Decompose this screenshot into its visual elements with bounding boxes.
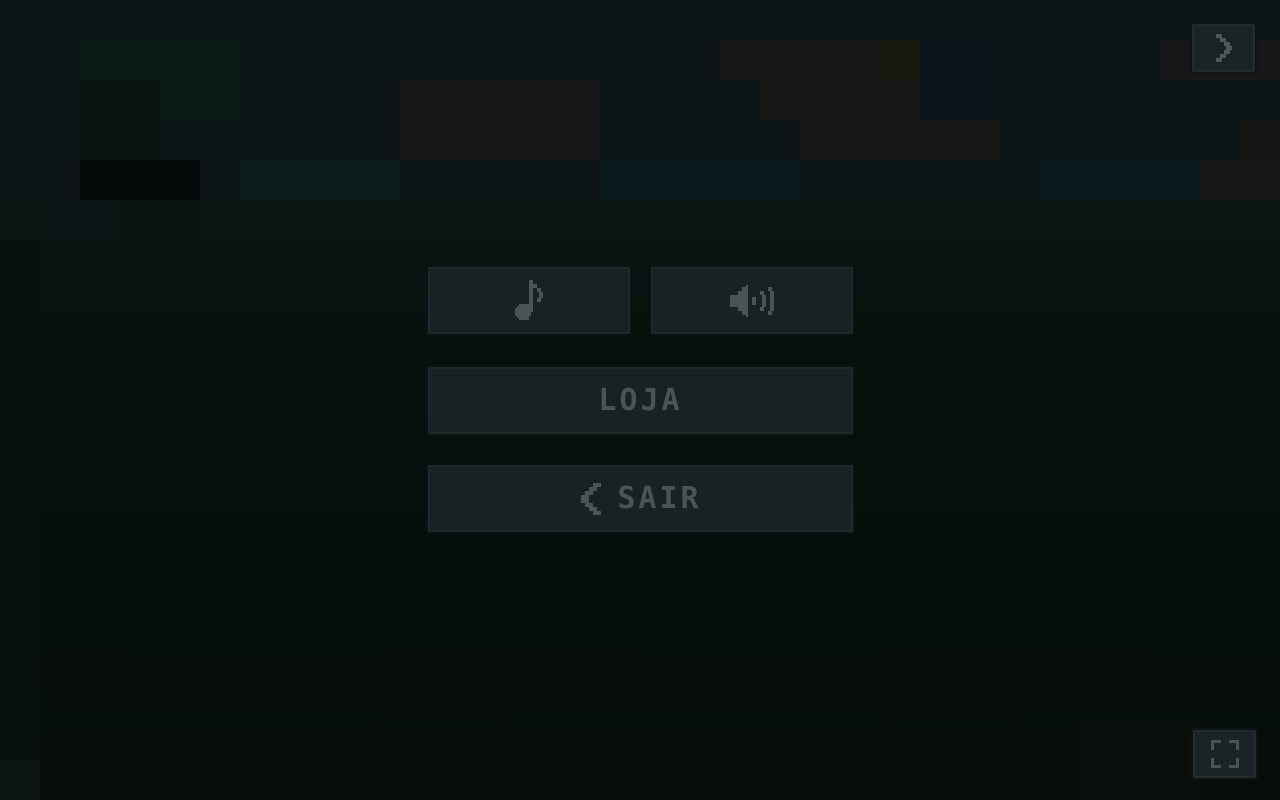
shop-button-label: LOJA — [598, 382, 683, 418]
game-screen: LOJA SAIR — [0, 0, 1280, 800]
music-toggle-button[interactable] — [426, 265, 632, 336]
music-note-icon — [511, 279, 547, 322]
exit-button[interactable]: SAIR — [426, 463, 855, 534]
chevron-left-icon — [579, 482, 603, 515]
sound-toggle-button[interactable] — [649, 265, 855, 336]
chevron-right-icon — [1214, 34, 1234, 62]
fullscreen-icon — [1210, 740, 1239, 768]
shop-button[interactable]: LOJA — [426, 365, 855, 436]
fullscreen-button[interactable] — [1191, 728, 1258, 780]
exit-button-label: SAIR — [617, 480, 702, 516]
next-button[interactable] — [1190, 22, 1257, 74]
speaker-volume-icon — [728, 284, 776, 317]
